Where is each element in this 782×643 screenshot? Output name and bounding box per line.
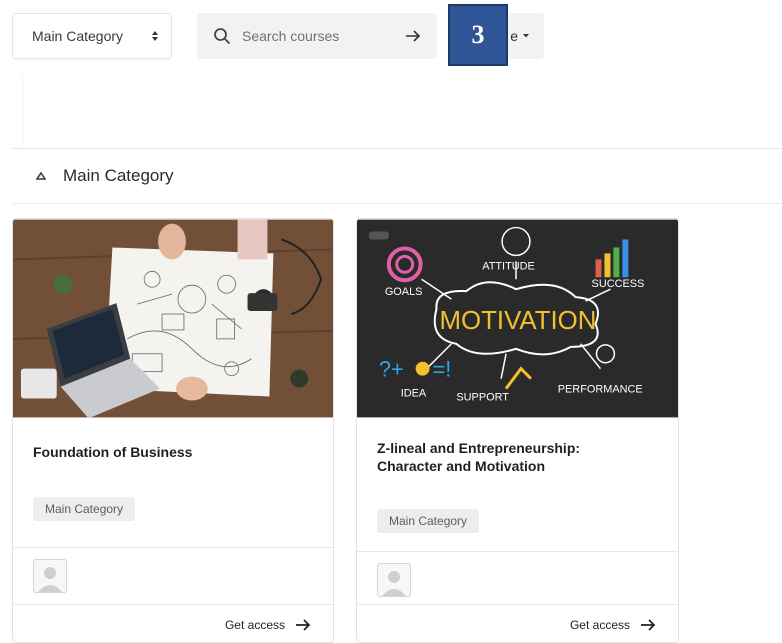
course-title[interactable]: Z-lineal and Entrepreneurship: Character… <box>377 439 617 475</box>
avatar <box>377 563 411 597</box>
image-word-formula-2: =! <box>433 357 452 382</box>
sort-dropdown-label: e <box>510 28 518 44</box>
filter-panel <box>22 75 782 147</box>
avatar <box>33 559 67 593</box>
course-title[interactable]: Foundation of Business <box>33 443 313 461</box>
user-placeholder-icon <box>382 571 406 596</box>
category-select-value: Main Category <box>32 28 124 44</box>
section-header[interactable]: Main Category <box>12 148 782 204</box>
image-word-performance: PERFORMANCE <box>558 384 643 396</box>
image-word-idea: IDEA <box>401 388 427 400</box>
image-word-goals: GOALS <box>385 286 423 298</box>
card-divider <box>357 551 678 552</box>
search-input[interactable]: Search courses <box>242 28 405 44</box>
select-arrows-icon <box>151 30 159 42</box>
card-divider <box>357 604 678 605</box>
course-card[interactable]: Foundation of Business Main Category Get… <box>12 218 334 643</box>
image-word-support: SUPPORT <box>456 391 509 403</box>
section-title: Main Category <box>63 166 174 185</box>
search-submit-arrow-icon[interactable] <box>405 28 421 44</box>
caret-down-icon <box>523 34 529 38</box>
image-word-formula: ?+ <box>379 357 404 382</box>
get-access-link[interactable]: Get access <box>570 618 656 632</box>
search-icon <box>214 28 230 44</box>
card-divider <box>13 547 333 548</box>
image-word-attitude: ATTITUDE <box>482 260 535 272</box>
get-access-link[interactable]: Get access <box>225 618 311 632</box>
card-divider <box>13 604 333 605</box>
get-access-label: Get access <box>569 618 630 632</box>
course-image-desk[interactable] <box>13 219 333 418</box>
image-word-success: SUCCESS <box>592 278 645 290</box>
arrow-right-icon <box>641 619 656 631</box>
arrow-right-icon <box>296 619 311 631</box>
course-category-tag: Main Category <box>33 497 136 521</box>
image-word-motivation: MOTIVATION <box>440 307 597 335</box>
course-card[interactable]: ATTITUDE GOALS SUCCESS IDEA SUPPORT PERF… <box>356 218 679 643</box>
category-select[interactable]: Main Category <box>12 13 172 59</box>
course-category-tag: Main Category <box>377 509 480 533</box>
step-number-badge: 3 <box>448 4 508 66</box>
search-bar[interactable]: Search courses <box>197 13 437 59</box>
course-image-motivation[interactable]: ATTITUDE GOALS SUCCESS IDEA SUPPORT PERF… <box>357 219 678 418</box>
get-access-label: Get access <box>224 618 285 632</box>
collapse-triangle-icon[interactable] <box>36 171 46 181</box>
user-placeholder-icon <box>38 567 62 592</box>
